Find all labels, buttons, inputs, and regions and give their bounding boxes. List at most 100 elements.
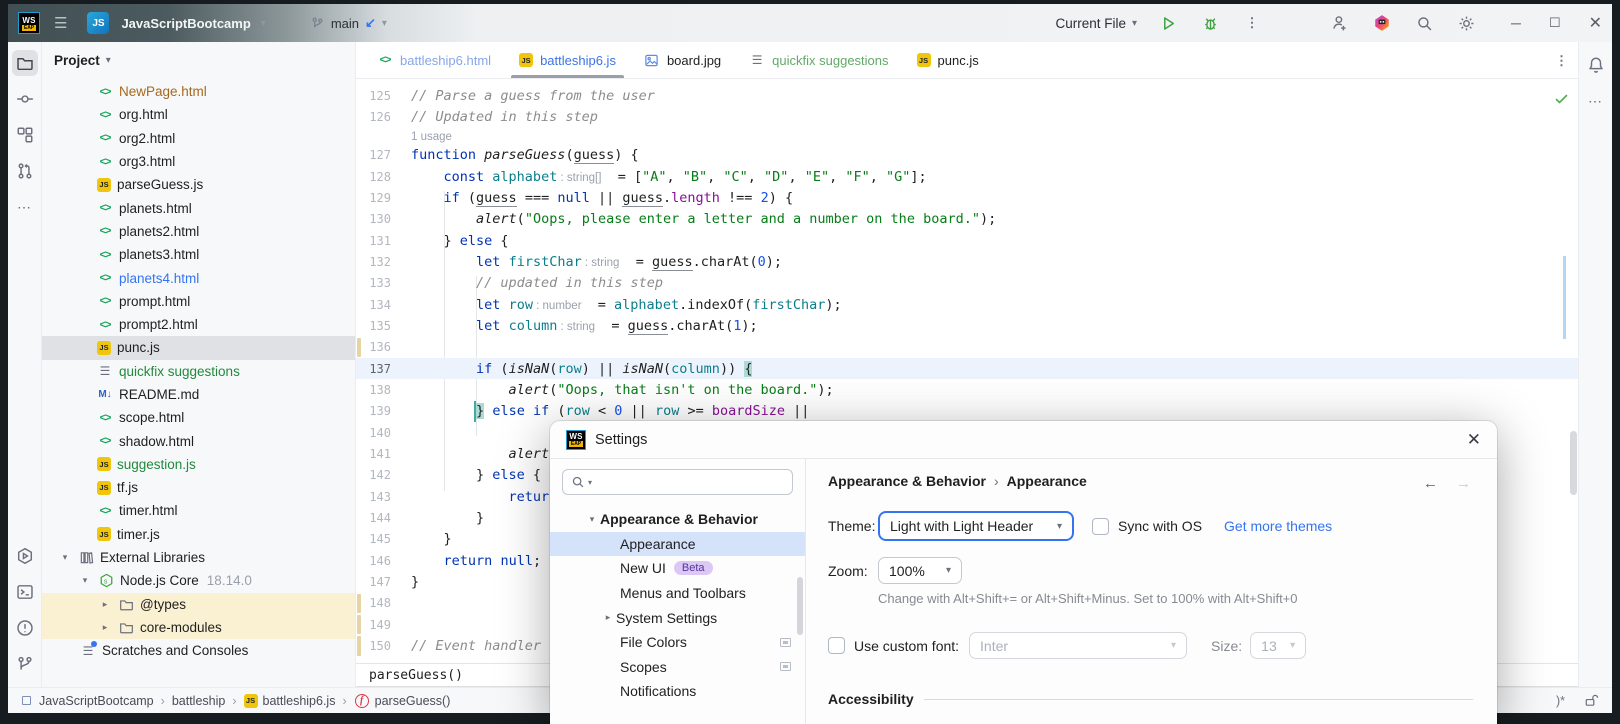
get-more-themes-link[interactable]: Get more themes bbox=[1224, 518, 1332, 534]
tree-item-shadow-html[interactable]: <> shadow.html bbox=[42, 429, 355, 452]
theme-select[interactable]: Light with Light Header ▾ bbox=[878, 511, 1074, 541]
project-name[interactable]: JavaScriptBootcamp bbox=[121, 16, 250, 31]
unlock-icon[interactable] bbox=[1583, 693, 1598, 708]
settings-gear-icon[interactable] bbox=[1455, 12, 1477, 34]
more-tools-icon[interactable]: ⋯ bbox=[12, 194, 38, 220]
run-configuration-select[interactable]: Current File ▾ bbox=[1055, 16, 1137, 31]
tree-item-scratches-and-consoles[interactable]: ☰ Scratches and Consoles bbox=[42, 639, 355, 662]
breadcrumb-parent[interactable]: Appearance & Behavior bbox=[828, 473, 986, 489]
code-inlay-usages[interactable]: 1 usage bbox=[356, 128, 1578, 145]
history-forward-icon[interactable]: → bbox=[1456, 475, 1471, 492]
use-custom-font-checkbox[interactable] bbox=[828, 637, 845, 654]
run-button[interactable] bbox=[1157, 12, 1179, 34]
settings-item-appearance[interactable]: Appearance bbox=[550, 531, 805, 557]
project-tool-icon[interactable] bbox=[11, 50, 38, 76]
main-menu-icon[interactable]: ☰ bbox=[54, 14, 67, 32]
tree-item-core-modules[interactable]: ▸ core-modules bbox=[42, 615, 355, 640]
chevron-right-icon[interactable]: ▸ bbox=[98, 622, 112, 633]
debug-button[interactable] bbox=[1199, 12, 1221, 34]
chevron-right-icon[interactable]: ▸ bbox=[600, 612, 616, 623]
code-line-127[interactable]: 127 function parseGuess(guess) { bbox=[356, 145, 1578, 166]
chevron-down-icon[interactable]: ▾ bbox=[78, 575, 92, 586]
tree-item-newpage-html[interactable]: <> NewPage.html bbox=[42, 80, 355, 103]
code-line-125[interactable]: 125 // Parse a guess from the user bbox=[356, 85, 1578, 106]
code-line-133[interactable]: 133 // updated in this step bbox=[356, 273, 1578, 294]
tree-item-planets2-html[interactable]: <> planets2.html bbox=[42, 220, 355, 243]
font-size-select[interactable]: 13 ▾ bbox=[1250, 632, 1307, 659]
chevron-down-icon[interactable]: ▾ bbox=[58, 552, 72, 563]
commit-tool-icon[interactable] bbox=[12, 86, 38, 112]
tree-item-timer-html[interactable]: <> timer.html bbox=[42, 499, 355, 522]
code-line-134[interactable]: 134 let row : number = alphabet.indexOf(… bbox=[356, 294, 1578, 315]
settings-search-input[interactable]: ▾ bbox=[562, 469, 793, 495]
tree-item-planets3-html[interactable]: <> planets3.html bbox=[42, 243, 355, 266]
inspection-ok-icon[interactable] bbox=[1554, 91, 1570, 107]
run-anything-tool-icon[interactable] bbox=[12, 543, 38, 569]
tree-item-prompt-html[interactable]: <> prompt.html bbox=[42, 290, 355, 313]
project-panel-header[interactable]: Project ▾ bbox=[42, 42, 355, 78]
tree-item-tf-js[interactable]: JS tf.js bbox=[42, 476, 355, 499]
problems-tool-icon[interactable] bbox=[12, 615, 38, 641]
search-everywhere-icon[interactable] bbox=[1413, 12, 1435, 34]
tree-item-suggestion-js[interactable]: JS suggestion.js bbox=[42, 453, 355, 476]
search-history-chevron-icon[interactable]: ▾ bbox=[588, 478, 592, 487]
settings-item-file-colors[interactable]: File Colors bbox=[550, 630, 805, 655]
branch-widget[interactable]: main ↙ ▾ bbox=[310, 15, 387, 31]
tab-battleship6-js[interactable]: JS battleship6.js bbox=[505, 42, 630, 78]
code-line-136[interactable]: 136 bbox=[356, 337, 1578, 358]
tree-item-timer-js[interactable]: JS timer.js bbox=[42, 523, 355, 546]
code-line-138[interactable]: 138 alert("Oops, that isn't on the board… bbox=[356, 379, 1578, 400]
code-line-137[interactable]: 137 if (isNaN(row) || isNaN(column)) { bbox=[356, 357, 1578, 380]
sync-with-os-checkbox[interactable] bbox=[1092, 517, 1109, 535]
custom-font-select[interactable]: Inter ▾ bbox=[969, 632, 1188, 659]
breadcrumb-battleship[interactable]: battleship bbox=[172, 694, 226, 708]
settings-item-appearance-behavior[interactable]: ▾ Appearance & Behavior bbox=[550, 507, 805, 532]
tab-battleship6-html[interactable]: <> battleship6.html bbox=[363, 42, 505, 78]
tree-item-readme-md[interactable]: M↓ README.md bbox=[42, 383, 355, 406]
tree-item-node-js-core[interactable]: ▾ s Node.js Core 18.14.0 bbox=[42, 569, 355, 592]
tree-item-org2-html[interactable]: <> org2.html bbox=[42, 127, 355, 150]
minimize-button[interactable]: ─ bbox=[1511, 15, 1521, 31]
settings-item-new-ui[interactable]: New UI Beta bbox=[550, 556, 805, 581]
chevron-right-icon[interactable]: ▸ bbox=[98, 599, 112, 610]
tree-item-org-html[interactable]: <> org.html bbox=[42, 103, 355, 126]
code-line-129[interactable]: 129 if (guess === null || guess.length !… bbox=[356, 187, 1578, 208]
close-button[interactable]: ✕ bbox=[1589, 13, 1602, 33]
editor-scrollbar[interactable] bbox=[1570, 431, 1577, 495]
history-back-icon[interactable]: ← bbox=[1423, 475, 1438, 492]
settings-close-icon[interactable]: ✕ bbox=[1467, 430, 1481, 450]
breadcrumb-parseguess-[interactable]: parseGuess() bbox=[375, 694, 451, 708]
zoom-select[interactable]: 100% ▾ bbox=[878, 557, 962, 584]
settings-item-system-settings[interactable]: ▸ System Settings bbox=[550, 605, 805, 630]
terminal-tool-icon[interactable] bbox=[12, 579, 38, 605]
maximize-button[interactable]: ☐ bbox=[1549, 15, 1561, 31]
chevron-down-icon[interactable]: ▾ bbox=[584, 514, 600, 525]
code-with-me-icon[interactable] bbox=[1329, 12, 1351, 34]
tree-item--types[interactable]: ▸ @types bbox=[42, 592, 355, 616]
code-line-126[interactable]: 126 // Updated in this step bbox=[356, 106, 1578, 127]
settings-tree-scrollbar[interactable] bbox=[797, 577, 803, 635]
breadcrumb-javascriptbootcamp[interactable]: JavaScriptBootcamp bbox=[39, 694, 154, 708]
tab-list-more-icon[interactable]: ⋮ bbox=[1555, 42, 1568, 79]
more-actions-icon[interactable]: ⋮ bbox=[1241, 12, 1263, 34]
more-right-tools-icon[interactable]: ⋯ bbox=[1583, 88, 1609, 114]
tree-item-external-libraries[interactable]: ▾ External Libraries bbox=[42, 546, 355, 569]
tree-item-prompt2-html[interactable]: <> prompt2.html bbox=[42, 313, 355, 336]
tab-punc-js[interactable]: JS punc.js bbox=[903, 42, 993, 78]
code-line-128[interactable]: 128 const alphabet : string[] = ["A", "B… bbox=[356, 166, 1578, 187]
settings-item-scopes[interactable]: Scopes bbox=[550, 655, 805, 680]
version-control-tool-icon[interactable] bbox=[12, 651, 38, 677]
tree-item-parseguess-js[interactable]: JS parseGuess.js bbox=[42, 173, 355, 196]
tree-item-quickfix-suggestions[interactable]: ☰ quickfix suggestions bbox=[42, 360, 355, 383]
tree-item-scope-html[interactable]: <> scope.html bbox=[42, 406, 355, 429]
tab-quickfix-suggestions[interactable]: ☰ quickfix suggestions bbox=[735, 42, 902, 78]
code-line-132[interactable]: 132 let firstChar : string = guess.charA… bbox=[356, 251, 1578, 272]
code-line-139[interactable]: 139 } else if (row < 0 || row >= boardSi… bbox=[356, 401, 1578, 422]
structure-tool-icon[interactable] bbox=[12, 122, 38, 148]
pull-requests-tool-icon[interactable] bbox=[12, 158, 38, 184]
settings-item-notifications[interactable]: Notifications bbox=[550, 679, 805, 704]
code-line-135[interactable]: 135 let column : string = guess.charAt(1… bbox=[356, 315, 1578, 336]
settings-item-menus-and-toolbars[interactable]: Menus and Toolbars bbox=[550, 581, 805, 606]
tree-item-planets-html[interactable]: <> planets.html bbox=[42, 196, 355, 219]
project-chevron-icon[interactable]: ▾ bbox=[261, 18, 266, 29]
